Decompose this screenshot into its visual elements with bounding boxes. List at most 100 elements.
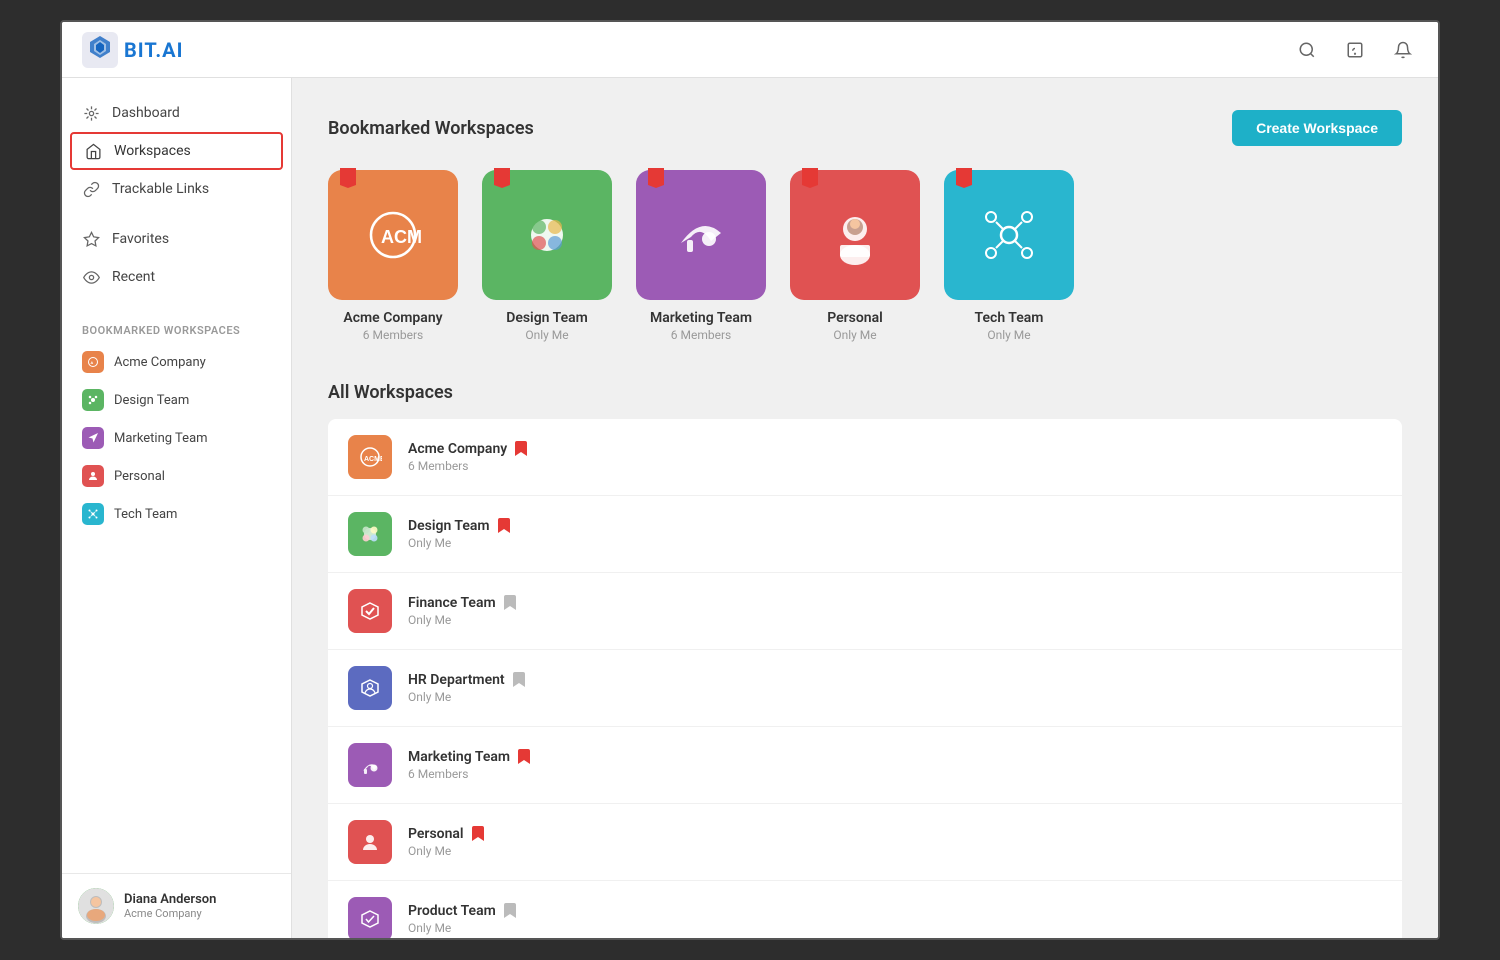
card-marketing-name: Marketing Team (650, 310, 752, 326)
user-avatar (78, 888, 114, 924)
card-design[interactable]: Design Team Only Me (482, 170, 612, 342)
create-workspace-button[interactable]: Create Workspace (1232, 110, 1402, 146)
personal-dot (82, 465, 104, 487)
logo-icon (82, 32, 118, 68)
bookmark-icon-acme (515, 441, 527, 457)
list-meta-finance: Only Me (408, 613, 1382, 627)
logo: BIT.AI (82, 32, 183, 68)
link-icon (82, 180, 100, 198)
bookmark-icon-finance (504, 595, 516, 611)
bookmark-flag-marketing (648, 168, 664, 188)
list-name-hr: HR Department (408, 672, 1382, 688)
top-icons-group (1292, 35, 1418, 65)
sidebar-design-label: Design Team (114, 393, 189, 408)
list-name-product: Product Team (408, 903, 1382, 919)
card-design-meta: Only Me (525, 328, 568, 342)
acme-dot: A (82, 351, 104, 373)
card-acme-name: Acme Company (343, 310, 442, 326)
list-item-design[interactable]: Design Team Only Me (328, 496, 1402, 573)
workspaces-icon (84, 142, 102, 160)
bookmark-icon-product (504, 903, 516, 919)
list-meta-personal: Only Me (408, 844, 1382, 858)
list-item-product[interactable]: Product Team Only Me (328, 881, 1402, 938)
list-item-hr[interactable]: HR Department Only Me (328, 650, 1402, 727)
list-info-marketing: Marketing Team 6 Members (408, 749, 1382, 781)
list-item-finance[interactable]: Finance Team Only Me (328, 573, 1402, 650)
list-item-personal[interactable]: Personal Only Me (328, 804, 1402, 881)
sidebar-bookmarked-marketing[interactable]: Marketing Team (62, 419, 291, 457)
list-name-finance: Finance Team (408, 595, 1382, 611)
design-dot (82, 389, 104, 411)
help-button[interactable] (1340, 35, 1370, 65)
main-layout: Dashboard Workspaces Trackable Links (62, 78, 1438, 938)
list-info-design: Design Team Only Me (408, 518, 1382, 550)
list-name-acme: Acme Company (408, 441, 1382, 457)
list-name-marketing: Marketing Team (408, 749, 1382, 765)
bookmark-icon-marketing (518, 749, 530, 765)
recent-label: Recent (112, 269, 155, 285)
list-icon-acme: ACME (348, 435, 392, 479)
bookmark-flag-design (494, 168, 510, 188)
list-meta-design: Only Me (408, 536, 1382, 550)
svg-text:A: A (91, 360, 94, 365)
card-tech-meta: Only Me (987, 328, 1030, 342)
notification-button[interactable] (1388, 35, 1418, 65)
list-item-acme[interactable]: ACME Acme Company 6 Members (328, 419, 1402, 496)
bookmark-flag-tech (956, 168, 972, 188)
list-meta-marketing: 6 Members (408, 767, 1382, 781)
card-tech-name: Tech Team (975, 310, 1044, 326)
sidebar-bookmarked-acme[interactable]: A Acme Company (62, 343, 291, 381)
bookmarked-cards-grid: ACME Acme Company 6 Members (328, 170, 1402, 342)
list-name-personal: Personal (408, 826, 1382, 842)
favorites-label: Favorites (112, 231, 169, 247)
workspace-list: ACME Acme Company 6 Members (328, 419, 1402, 938)
card-tech[interactable]: Tech Team Only Me (944, 170, 1074, 342)
card-design-name: Design Team (506, 310, 588, 326)
card-acme-meta: 6 Members (363, 328, 423, 342)
bookmarked-section-header: Bookmarked Workspaces Create Workspace (328, 110, 1402, 146)
sidebar-marketing-label: Marketing Team (114, 431, 208, 446)
card-marketing[interactable]: Marketing Team 6 Members (636, 170, 766, 342)
top-bar: BIT.AI (62, 22, 1438, 78)
eye-icon (82, 268, 100, 286)
sidebar-personal-label: Personal (114, 469, 165, 484)
sidebar-bookmarked-design[interactable]: Design Team (62, 381, 291, 419)
card-marketing-meta: 6 Members (671, 328, 731, 342)
bookmarked-title: Bookmarked Workspaces (328, 118, 534, 139)
sidebar-acme-label: Acme Company (114, 355, 206, 370)
search-button[interactable] (1292, 35, 1322, 65)
card-personal[interactable]: Personal Only Me (790, 170, 920, 342)
list-icon-marketing (348, 743, 392, 787)
sidebar-item-dashboard[interactable]: Dashboard (62, 94, 291, 132)
list-info-acme: Acme Company 6 Members (408, 441, 1382, 473)
sidebar-item-workspaces[interactable]: Workspaces (70, 132, 283, 170)
list-info-finance: Finance Team Only Me (408, 595, 1382, 627)
app-frame: BIT.AI Dashboard (60, 20, 1440, 940)
dashboard-icon (82, 104, 100, 122)
dashboard-label: Dashboard (112, 105, 180, 121)
bookmarked-section-heading: BOOKMARKED WORKSPACES (62, 312, 291, 343)
svg-text:ACME: ACME (381, 227, 423, 247)
list-name-design: Design Team (408, 518, 1382, 534)
bookmark-icon-personal (472, 826, 484, 842)
footer-org: Acme Company (124, 907, 216, 920)
tech-dot (82, 503, 104, 525)
sidebar-item-recent[interactable]: Recent (62, 258, 291, 296)
sidebar-bookmarked-personal[interactable]: Personal (62, 457, 291, 495)
sidebar-footer: Diana Anderson Acme Company (62, 873, 291, 938)
sidebar-item-favorites[interactable]: Favorites (62, 220, 291, 258)
card-personal-name: Personal (827, 310, 883, 326)
main-content: Bookmarked Workspaces Create Workspace A… (292, 78, 1438, 938)
card-personal-meta: Only Me (833, 328, 876, 342)
sidebar-item-trackable-links[interactable]: Trackable Links (62, 170, 291, 208)
card-acme[interactable]: ACME Acme Company 6 Members (328, 170, 458, 342)
sidebar-bookmarked-tech[interactable]: Tech Team (62, 495, 291, 533)
list-icon-hr (348, 666, 392, 710)
trackable-links-label: Trackable Links (112, 181, 209, 197)
sidebar: Dashboard Workspaces Trackable Links (62, 78, 292, 938)
list-meta-acme: 6 Members (408, 459, 1382, 473)
list-meta-product: Only Me (408, 921, 1382, 935)
sidebar-nav: Dashboard Workspaces Trackable Links (62, 78, 291, 873)
all-workspaces-title: All Workspaces (328, 382, 1402, 403)
list-item-marketing[interactable]: Marketing Team 6 Members (328, 727, 1402, 804)
